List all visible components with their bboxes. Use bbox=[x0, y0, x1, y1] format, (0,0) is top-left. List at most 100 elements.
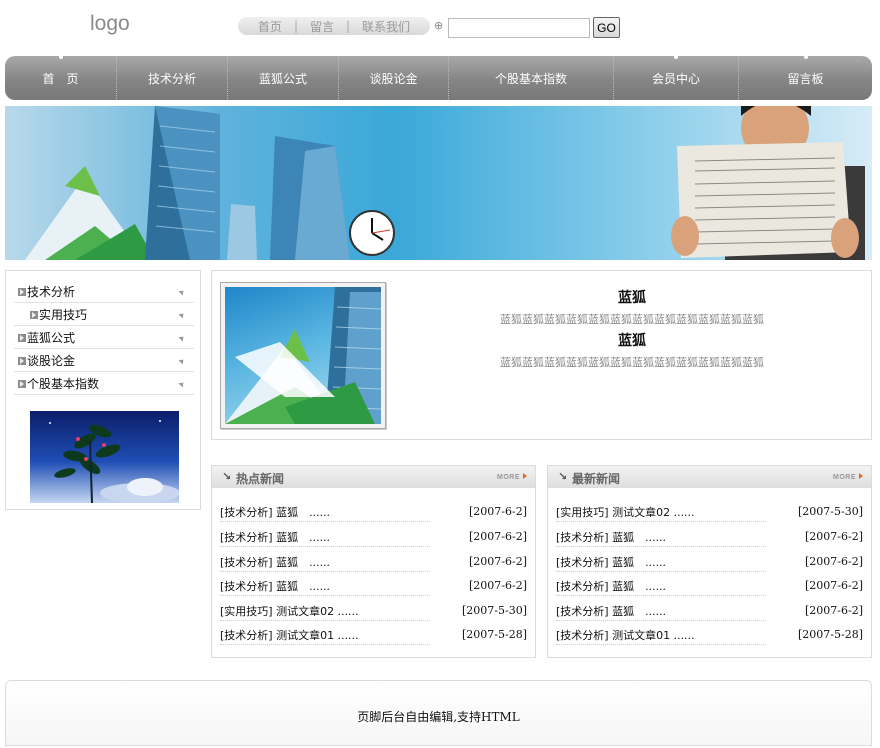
news-row[interactable]: [技术分析] 蓝狐 ...... [2007-6-2] bbox=[220, 523, 527, 547]
news-title[interactable]: [技术分析] 蓝狐 ...... bbox=[220, 554, 330, 570]
hot-news-title: 热点新闻 bbox=[236, 472, 285, 486]
divider bbox=[220, 521, 430, 522]
news-date: [2007-6-2] bbox=[804, 604, 863, 617]
sidebar-item-label: 技术分析 bbox=[27, 285, 76, 299]
news-date: [2007-5-28] bbox=[797, 628, 863, 641]
top-link-guestbook[interactable]: 留言 bbox=[310, 18, 334, 35]
news-title[interactable]: [技术分析] 蓝狐 ...... bbox=[556, 578, 666, 594]
sidebar-item-stock-talk[interactable]: 谈股论金 bbox=[14, 350, 194, 372]
news-row[interactable]: [技术分析] 蓝狐 ...... [2007-6-2] bbox=[556, 597, 863, 621]
news-row[interactable]: [技术分析] 测试文章01 ...... [2007-5-28] bbox=[556, 621, 863, 645]
news-title[interactable]: [技术分析] 蓝狐 ...... bbox=[220, 504, 330, 520]
search-icon: ⊕ bbox=[434, 19, 444, 32]
news-title[interactable]: [技术分析] 蓝狐 ...... bbox=[556, 529, 666, 545]
news-title[interactable]: [技术分析] 蓝狐 ...... bbox=[220, 578, 330, 594]
news-title[interactable]: [技术分析] 蓝狐 ...... bbox=[220, 529, 330, 545]
news-date: [2007-6-2] bbox=[468, 555, 527, 568]
nav-item-label: 蓝狐公式 bbox=[258, 71, 307, 86]
nav-item-guestbook[interactable]: 留言板 bbox=[739, 53, 872, 100]
nav-dot bbox=[803, 53, 808, 59]
nav-item-home[interactable]: 首 页 bbox=[5, 53, 117, 100]
top-link-contact[interactable]: 联系我们 bbox=[362, 18, 410, 35]
hot-news-panel: ↘ 热点新闻 MORE [技术分析] 蓝狐 ...... [2007-6-2] [… bbox=[211, 465, 536, 658]
divider bbox=[556, 546, 766, 547]
nav-item-label: 会员中心 bbox=[651, 71, 700, 86]
news-row[interactable]: [技术分析] 蓝狐 ...... [2007-6-2] bbox=[220, 498, 527, 522]
nav-item-stock-talk[interactable]: 谈股论金 bbox=[339, 56, 449, 100]
top-link-home[interactable]: 首页 bbox=[258, 18, 282, 35]
sidebar-item-label: 蓝狐公式 bbox=[27, 331, 76, 345]
sidebar-image bbox=[30, 411, 179, 503]
bullet-icon bbox=[18, 356, 26, 365]
feature-title-1[interactable]: 蓝狐 bbox=[432, 287, 832, 307]
nav-item-label: 个股基本指数 bbox=[494, 71, 567, 86]
top-links: 首页 | 留言 | 联系我们 bbox=[238, 17, 430, 35]
banner-illustration bbox=[25, 106, 865, 260]
sidebar-item-tech-analysis[interactable]: 技术分析 bbox=[14, 281, 194, 303]
news-date: [2007-5-30] bbox=[797, 505, 863, 518]
news-date: [2007-6-2] bbox=[468, 505, 527, 518]
news-date: [2007-5-28] bbox=[461, 628, 527, 641]
site-logo[interactable]: logo bbox=[90, 12, 130, 36]
nav-item-formula[interactable]: 蓝狐公式 bbox=[228, 56, 339, 100]
arrow-icon bbox=[178, 357, 186, 365]
news-date: [2007-6-2] bbox=[468, 579, 527, 592]
news-date: [2007-6-2] bbox=[804, 555, 863, 568]
plant-illustration bbox=[49, 420, 179, 503]
bullet-icon bbox=[18, 333, 26, 342]
feature-image-frame[interactable] bbox=[220, 282, 386, 429]
feature-title-2[interactable]: 蓝狐 bbox=[432, 330, 832, 350]
nav-item-tech-analysis[interactable]: 技术分析 bbox=[117, 56, 228, 100]
nav-item-member[interactable]: 会员中心 bbox=[614, 53, 739, 100]
bullet-icon bbox=[18, 379, 26, 388]
feature-panel: 蓝狐 蓝狐蓝狐蓝狐蓝狐蓝狐蓝狐蓝狐蓝狐蓝狐蓝狐蓝狐蓝狐 蓝狐 蓝狐蓝狐蓝狐蓝狐蓝… bbox=[211, 270, 872, 440]
divider bbox=[220, 644, 430, 645]
news-title[interactable]: [技术分析] 测试文章01 ...... bbox=[220, 627, 359, 643]
nav-item-stock-index[interactable]: 个股基本指数 bbox=[449, 56, 614, 100]
news-row[interactable]: [技术分析] 蓝狐 ...... [2007-6-2] bbox=[556, 572, 863, 596]
news-row[interactable]: [实用技巧] 测试文章02 ...... [2007-5-30] bbox=[220, 597, 527, 621]
arrow-icon bbox=[178, 288, 186, 296]
bullet-icon bbox=[18, 287, 26, 296]
latest-news-title: 最新新闻 bbox=[572, 472, 621, 486]
sidebar-item-formula[interactable]: 蓝狐公式 bbox=[14, 327, 194, 349]
building-illustration bbox=[225, 287, 381, 424]
news-title[interactable]: [技术分析] 测试文章01 ...... bbox=[556, 627, 695, 643]
arrow-down-right-icon: ↘ bbox=[558, 470, 568, 483]
news-row[interactable]: [技术分析] 测试文章01 ...... [2007-5-28] bbox=[220, 621, 527, 645]
feature-text-1: 蓝狐蓝狐蓝狐蓝狐蓝狐蓝狐蓝狐蓝狐蓝狐蓝狐蓝狐蓝狐 bbox=[500, 313, 764, 326]
hot-news-header: ↘ 热点新闻 MORE bbox=[212, 466, 535, 488]
news-title[interactable]: [实用技巧] 测试文章02 ...... bbox=[220, 603, 359, 619]
hot-news-more-link[interactable]: MORE bbox=[497, 473, 527, 481]
news-row[interactable]: [实用技巧] 测试文章02 ...... [2007-5-30] bbox=[556, 498, 863, 522]
arrow-down-right-icon: ↘ bbox=[222, 470, 232, 483]
sidebar-item-label: 谈股论金 bbox=[27, 354, 76, 368]
sidebar-item-label: 个股基本指数 bbox=[27, 377, 100, 391]
news-title[interactable]: [实用技巧] 测试文章02 ...... bbox=[556, 504, 695, 520]
separator: | bbox=[346, 19, 351, 33]
nav-dot bbox=[674, 53, 678, 59]
latest-news-more-link[interactable]: MORE bbox=[833, 473, 863, 481]
news-row[interactable]: [技术分析] 蓝狐 ...... [2007-6-2] bbox=[556, 548, 863, 572]
news-date: [2007-6-2] bbox=[468, 530, 527, 543]
news-row[interactable]: [技术分析] 蓝狐 ...... [2007-6-2] bbox=[220, 572, 527, 596]
separator: | bbox=[293, 19, 298, 33]
bullet-icon bbox=[30, 310, 38, 319]
sidebar-item-practical-tips[interactable]: 实用技巧 bbox=[14, 304, 194, 326]
divider bbox=[220, 546, 430, 547]
banner-image bbox=[5, 106, 872, 260]
news-title[interactable]: [技术分析] 蓝狐 ...... bbox=[556, 554, 666, 570]
nav-item-label: 谈股论金 bbox=[369, 71, 418, 86]
search-input[interactable] bbox=[448, 18, 590, 38]
latest-news-header: ↘ 最新新闻 MORE bbox=[548, 466, 871, 488]
news-title[interactable]: [技术分析] 蓝狐 ...... bbox=[556, 603, 666, 619]
nav-item-label: 首 页 bbox=[42, 71, 79, 86]
go-button[interactable]: GO bbox=[593, 17, 620, 38]
news-date: [2007-6-2] bbox=[804, 579, 863, 592]
news-row[interactable]: [技术分析] 蓝狐 ...... [2007-6-2] bbox=[556, 523, 863, 547]
news-date: [2007-5-30] bbox=[461, 604, 527, 617]
news-row[interactable]: [技术分析] 蓝狐 ...... [2007-6-2] bbox=[220, 548, 527, 572]
feature-image bbox=[225, 287, 381, 424]
sidebar-item-stock-index[interactable]: 个股基本指数 bbox=[14, 373, 194, 395]
footer-text: 页脚后台自由编辑,支持HTML bbox=[357, 710, 520, 724]
